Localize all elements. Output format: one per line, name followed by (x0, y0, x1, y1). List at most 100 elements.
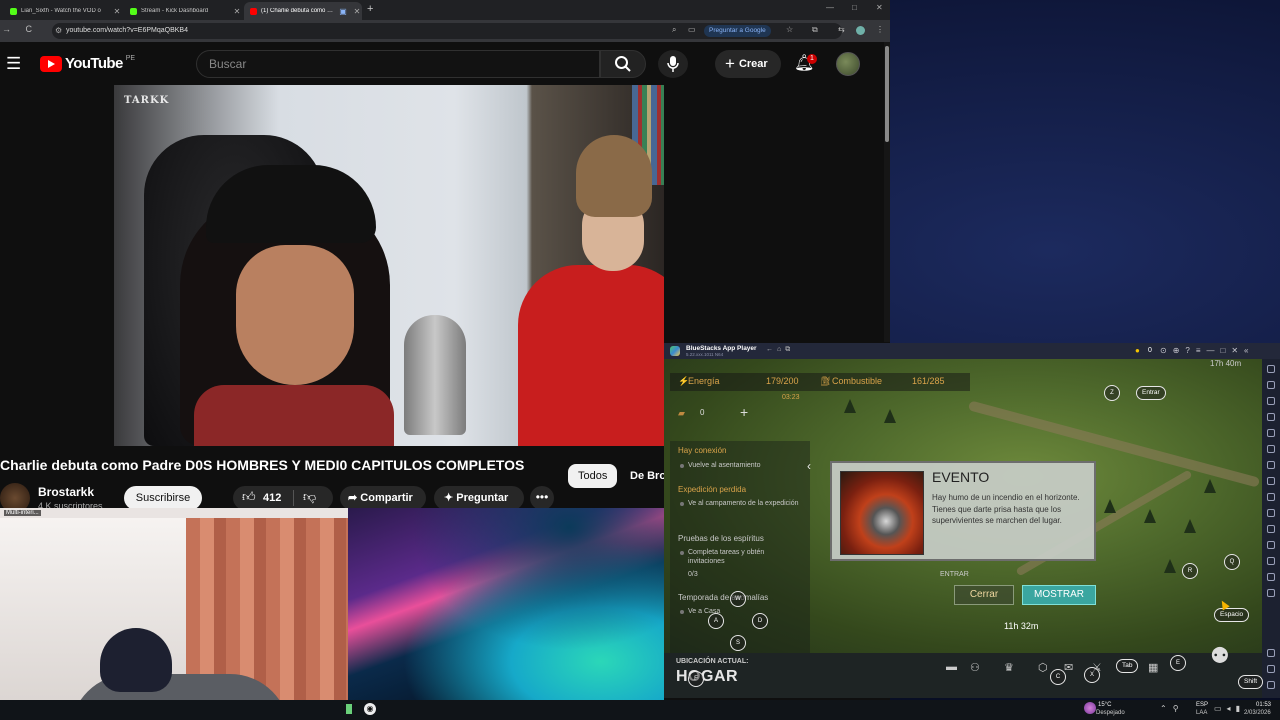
voice-search-button[interactable] (658, 50, 688, 78)
rotate-icon[interactable] (1267, 413, 1275, 421)
sync-icon[interactable] (1267, 541, 1275, 549)
keymap-r[interactable]: R (1182, 563, 1198, 579)
more-actions-button[interactable]: ••• (530, 486, 554, 510)
keymap-x[interactable]: X (1084, 667, 1100, 683)
close-window-button[interactable]: ✕ (876, 3, 883, 12)
keymap-a[interactable]: A (708, 613, 724, 629)
logo-text: YouTube (65, 55, 123, 72)
chip-all[interactable]: Todos (568, 464, 618, 488)
extensions-icon[interactable]: ⧉ (812, 25, 818, 35)
subscribe-button[interactable]: Suscribirse (124, 486, 202, 510)
game-view[interactable]: ⚡ Energía 179/200 ⛽︎ Combustible 161/285… (664, 359, 1262, 653)
folder-icon[interactable] (1267, 477, 1275, 485)
eco-mode-icon[interactable] (1267, 525, 1275, 533)
keymap-q[interactable]: Q (1224, 554, 1240, 570)
keymap-c[interactable]: C (1050, 669, 1066, 685)
input-language[interactable]: ESP (1196, 702, 1208, 708)
bluestacks-nav-icons[interactable]: ←⌂⧉ (766, 346, 794, 354)
collapse-quests-icon[interactable]: ‹ (807, 459, 811, 473)
quest-title[interactable]: Pruebas de los espíritus (678, 534, 764, 543)
camera-icon[interactable] (1267, 445, 1275, 453)
friends-icon[interactable]: ⚇ (970, 661, 984, 675)
video-player[interactable]: TARKK (114, 85, 664, 446)
cast-icon[interactable]: ▭ (688, 25, 696, 34)
chrome-menu-icon[interactable]: ⋮ (876, 25, 884, 34)
create-button[interactable]: + Crear (715, 50, 781, 78)
keymap-s[interactable]: S (730, 635, 746, 651)
tab-youtube-active[interactable]: (1) Charlie debuta como Pa ▣ ✕ (244, 2, 362, 20)
keymap-f[interactable]: F (688, 671, 704, 687)
keyboard-icon[interactable] (1267, 397, 1275, 405)
trophy-icon[interactable]: ♛ (1004, 661, 1018, 675)
chat-icon[interactable]: ▬ (946, 661, 960, 675)
mail-icon[interactable]: ✉ (1064, 661, 1078, 675)
audio-icon[interactable]: ▣ (338, 7, 348, 16)
close-tab-icon[interactable]: ✕ (352, 7, 362, 16)
more-icon[interactable] (1267, 589, 1275, 597)
multi-instance-icon[interactable] (1267, 509, 1275, 517)
close-event-button[interactable]: Cerrar (954, 585, 1014, 605)
keymap-tab[interactable]: Tab (1116, 659, 1139, 673)
keymap-enter[interactable]: Entrar (1136, 386, 1166, 400)
ask-google-button[interactable]: Preguntar a Google (704, 25, 771, 37)
keymap-z[interactable]: Z (1104, 385, 1120, 401)
settings-icon[interactable] (1267, 649, 1275, 657)
close-tab-icon[interactable]: ✕ (232, 7, 242, 16)
location-icon[interactable] (1267, 573, 1275, 581)
bookmark-star-icon[interactable]: ☆ (786, 25, 793, 34)
fullscreen-icon[interactable] (1267, 365, 1275, 373)
sidepanel-icon[interactable]: ⇆ (838, 25, 845, 34)
home-icon[interactable] (1267, 681, 1275, 689)
record-icon[interactable] (1267, 429, 1275, 437)
dislike-thumb-icon[interactable]: 👎︎ (303, 489, 316, 505)
maximize-button[interactable]: □ (852, 3, 857, 12)
bluestacks-window-controls[interactable]: ⊙⊕?≡—□✕« (1160, 346, 1255, 355)
share-button[interactable]: ➦ Compartir (340, 486, 426, 510)
apk-icon[interactable] (1267, 461, 1275, 469)
taskbar-app-icon[interactable] (346, 704, 352, 714)
keymap-d[interactable]: D (752, 613, 768, 629)
keymap-shift[interactable]: Shift (1238, 675, 1264, 689)
youtube-logo[interactable]: YouTube PE (40, 55, 135, 72)
profile-icon[interactable] (856, 26, 865, 35)
obs-icon[interactable]: ◉ (364, 703, 376, 715)
map-icon[interactable]: ▦ (1148, 661, 1162, 675)
close-tab-icon[interactable]: ✕ (112, 7, 122, 16)
wallpaper (348, 508, 664, 700)
quest-title[interactable]: Hay conexión (678, 446, 726, 455)
keymap-w[interactable]: W (730, 591, 746, 607)
site-info-icon[interactable]: ⚙ (55, 23, 62, 39)
clock-date[interactable]: 2/03/2026 (1244, 710, 1271, 716)
zoom-icon[interactable]: ⌕ (672, 25, 676, 35)
show-event-button[interactable]: MOSTRAR (1022, 585, 1096, 605)
search-button[interactable] (600, 50, 646, 78)
volume-icon[interactable] (1267, 381, 1275, 389)
tab-kick-vod[interactable]: Lian_Sixth - Watch the VOD o ✕ (4, 2, 122, 20)
keymap-space[interactable]: Espacio (1214, 608, 1250, 622)
keymap-e[interactable]: E (1170, 655, 1186, 671)
quest-title[interactable]: Temporada de anomalías (678, 593, 768, 602)
nav-buttons[interactable]: → C (2, 24, 38, 34)
network-volume-battery-icons[interactable]: ▭◂▮ (1214, 704, 1245, 713)
search-input[interactable]: Buscar (196, 50, 600, 78)
channel-name[interactable]: Brostarkk (38, 485, 94, 499)
new-tab-button[interactable]: + (367, 3, 373, 15)
like-thumb-icon[interactable]: 👍︎ (242, 489, 256, 505)
ask-button[interactable]: ✦ Preguntar (434, 486, 524, 510)
characters-icon[interactable]: ⚉ (1210, 643, 1250, 673)
tab-kick-dashboard[interactable]: Stream - Kick Dashboard ✕ (124, 2, 242, 20)
minimize-button[interactable]: — (826, 3, 834, 12)
clock-time[interactable]: 01:53 (1256, 702, 1271, 708)
scrollbar-thumb[interactable] (885, 46, 889, 142)
system-tray-icons[interactable]: ⌃⚲ (1160, 704, 1185, 713)
quest-title[interactable]: Expedición perdida (678, 485, 746, 494)
shake-icon[interactable] (1267, 557, 1275, 565)
quest-subtitle: Completa tareas y obtén invitaciones (688, 549, 765, 565)
weather-icon[interactable] (1084, 702, 1096, 714)
macro-icon[interactable] (1267, 493, 1275, 501)
user-avatar[interactable] (836, 52, 860, 76)
hamburger-menu-icon[interactable]: ☰ (6, 54, 21, 74)
add-resource-button[interactable]: + (740, 404, 748, 420)
back-icon[interactable] (1267, 665, 1275, 673)
like-count[interactable]: 412 (263, 492, 281, 504)
